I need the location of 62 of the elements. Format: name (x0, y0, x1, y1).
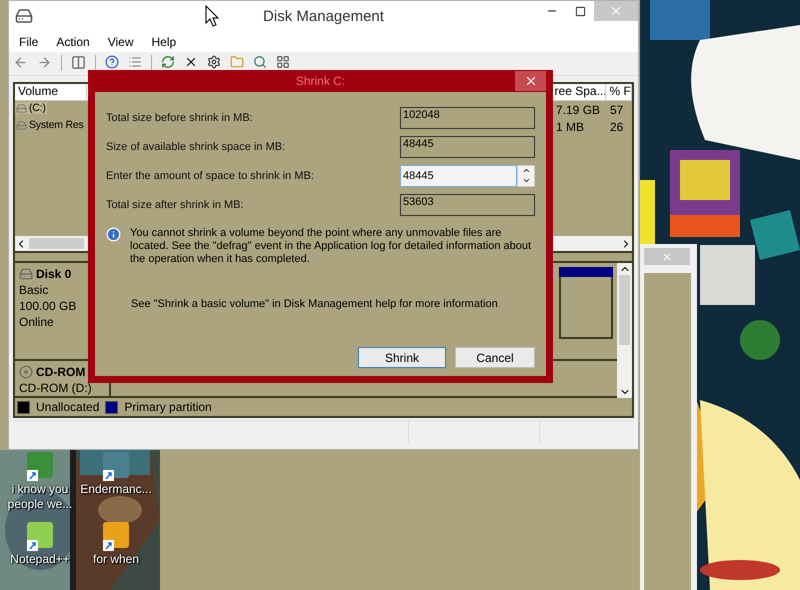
cd-icon (19, 365, 33, 379)
spin-buttons[interactable] (517, 164, 535, 186)
menu-item[interactable]: File (19, 34, 38, 48)
legend-label: Primary partition (124, 400, 212, 414)
shortcut-label: i know you people we... (6, 482, 74, 512)
partition-block[interactable] (559, 277, 613, 339)
menu-item[interactable]: Action (56, 34, 90, 48)
dialog-button[interactable]: Shrink (358, 347, 446, 368)
field-label: Total size before shrink in MB: (106, 112, 253, 124)
disk-detail: 100.00 GB (19, 299, 78, 313)
info-text: You cannot shrink a volume beyond the point where any unmovable files are located. See the "defrag" event in the Application log for detailed information about the operation when it has completed. (130, 227, 532, 266)
scrollbar-thumb[interactable] (29, 238, 84, 249)
table-cell-text: 1 MB (555, 120, 586, 134)
menu-item[interactable]: Help (152, 34, 176, 48)
value-field: 53603 (400, 194, 535, 216)
shortcut-label: for when (92, 552, 140, 567)
list-icon[interactable] (128, 55, 142, 69)
drive-icon (15, 7, 33, 25)
scrollbar-thumb[interactable] (619, 275, 630, 345)
delete-icon[interactable] (184, 55, 198, 69)
maximize-icon (574, 6, 586, 16)
drive-icon (16, 102, 27, 114)
disk-detail: Online (19, 315, 55, 329)
field-label: Total size after shrink in MB: (106, 198, 244, 210)
dialog-button[interactable]: Cancel (455, 347, 535, 368)
refresh-icon[interactable] (161, 55, 175, 69)
disk-detail: CD-ROM (D:) (19, 381, 93, 395)
legend-label: Unallocated (36, 400, 100, 414)
value-field: 48445 (400, 136, 535, 158)
window-title: Disk Management (263, 8, 384, 24)
partition-bar (559, 267, 613, 277)
field-label: Size of available shrink space in MB: (106, 140, 286, 152)
help-icon[interactable] (105, 55, 119, 69)
settings-icon[interactable] (207, 55, 221, 69)
menu-item[interactable]: View (108, 34, 134, 48)
info-icon (106, 227, 121, 242)
disk-name: CD-ROM (36, 365, 86, 379)
forward-arrow-icon[interactable] (37, 55, 52, 70)
search-icon[interactable] (253, 55, 267, 69)
drive-icon (16, 120, 27, 130)
column-header[interactable]: % F (606, 84, 632, 100)
column-header[interactable]: Volume (15, 84, 87, 100)
shortcut-label: Endermanc... (80, 482, 152, 497)
table-cell-text: 26 (608, 120, 624, 134)
dialog-title: Shrink C: (296, 74, 346, 88)
amount-field[interactable]: 48445 (400, 164, 517, 186)
shortcut-label: Notepad++ (10, 552, 70, 567)
close-button[interactable] (515, 71, 546, 91)
close-icon (609, 4, 623, 18)
disk-name: Disk 0 (36, 267, 72, 281)
mouse-cursor-icon (205, 5, 219, 27)
panel-icon[interactable] (71, 55, 86, 70)
table-cell-text: 57 (608, 102, 624, 116)
grid-icon[interactable] (276, 55, 290, 69)
disk-detail: Basic (19, 283, 50, 297)
close-icon (661, 250, 673, 262)
value-field: 102048 (400, 106, 535, 128)
drive-entry[interactable]: System Res (15, 119, 85, 131)
help-text: See "Shrink a basic volume" in Disk Management help for more information (131, 298, 499, 310)
table-cell-text: 7.19 GB (555, 102, 602, 116)
field-label: Enter the amount of space to shrink in MB: (106, 170, 314, 182)
drive-entry[interactable]: (C:) (15, 102, 47, 114)
